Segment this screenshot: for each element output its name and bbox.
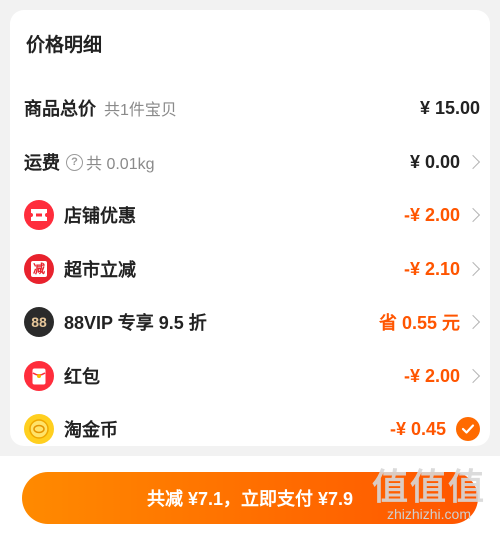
coupon-ticket-icon: [24, 200, 54, 230]
watermark: 值值值 zhizhizhi.com: [372, 458, 486, 522]
gold-coin-icon: [24, 414, 54, 444]
chevron-right-icon: [465, 314, 481, 330]
supermarket-discount-row[interactable]: 减 超市立减 -¥ 2.10: [24, 249, 481, 289]
taojinbi-row[interactable]: 淘金币 -¥ 0.45: [24, 409, 480, 449]
vip-discount-value: 省 0.55 元: [378, 313, 460, 333]
red-packet-label: 红包: [64, 367, 100, 387]
subtotal-count: 共1件宝贝: [104, 102, 177, 119]
help-icon[interactable]: ?: [66, 153, 83, 171]
checkbox-checked-icon[interactable]: [456, 417, 480, 441]
chevron-right-icon: [465, 154, 481, 170]
shipping-value: ¥ 0.00: [409, 151, 460, 172]
88vip-icon: 88: [24, 307, 54, 337]
reduce-icon-text: 减: [31, 261, 47, 277]
88vip-icon-text: 88: [31, 314, 47, 330]
store-discount-row[interactable]: 店铺优惠 -¥ 2.00: [24, 195, 481, 235]
chevron-right-icon: [465, 207, 481, 223]
taojinbi-label: 淘金币: [64, 420, 118, 440]
price-detail-card: 价格明细 商品总价 共1件宝贝 ¥ 15.00 运费 ? 共 0.01kg ¥ …: [10, 10, 490, 446]
red-packet-row[interactable]: 红包 -¥ 2.00: [24, 356, 481, 396]
vip-discount-label: 88VIP 专享 9.5 折: [64, 313, 207, 333]
subtotal-value: ¥ 15.00: [419, 97, 480, 118]
red-packet-icon: [24, 361, 54, 391]
red-packet-value: -¥ 2.00: [403, 365, 460, 386]
pay-button-label: 共减 ¥7.1，立即支付 ¥7.9: [146, 489, 354, 509]
subtotal-row: 商品总价 共1件宝贝 ¥ 15.00: [24, 88, 480, 128]
vip-discount-row[interactable]: 88 88VIP 专享 9.5 折 省 0.55 元: [24, 302, 481, 342]
price-detail-title: 价格明细: [26, 35, 103, 56]
supermarket-discount-value: -¥ 2.10: [403, 258, 460, 279]
shipping-row[interactable]: 运费 ? 共 0.01kg ¥ 0.00: [24, 142, 481, 182]
store-discount-label: 店铺优惠: [64, 206, 136, 226]
watermark-url: zhizhizhi.com: [386, 506, 471, 522]
chevron-right-icon: [465, 368, 481, 384]
shipping-label: 运费: [24, 153, 60, 173]
store-discount-value: -¥ 2.00: [403, 204, 460, 225]
supermarket-reduce-icon: 减: [24, 254, 54, 284]
chevron-right-icon: [465, 261, 481, 277]
supermarket-discount-label: 超市立减: [64, 260, 136, 280]
shipping-weight: 共 0.01kg: [86, 156, 155, 173]
taojinbi-value: -¥ 0.45: [389, 418, 446, 439]
watermark-logo: 值值值: [371, 466, 486, 507]
subtotal-label: 商品总价: [24, 99, 96, 119]
